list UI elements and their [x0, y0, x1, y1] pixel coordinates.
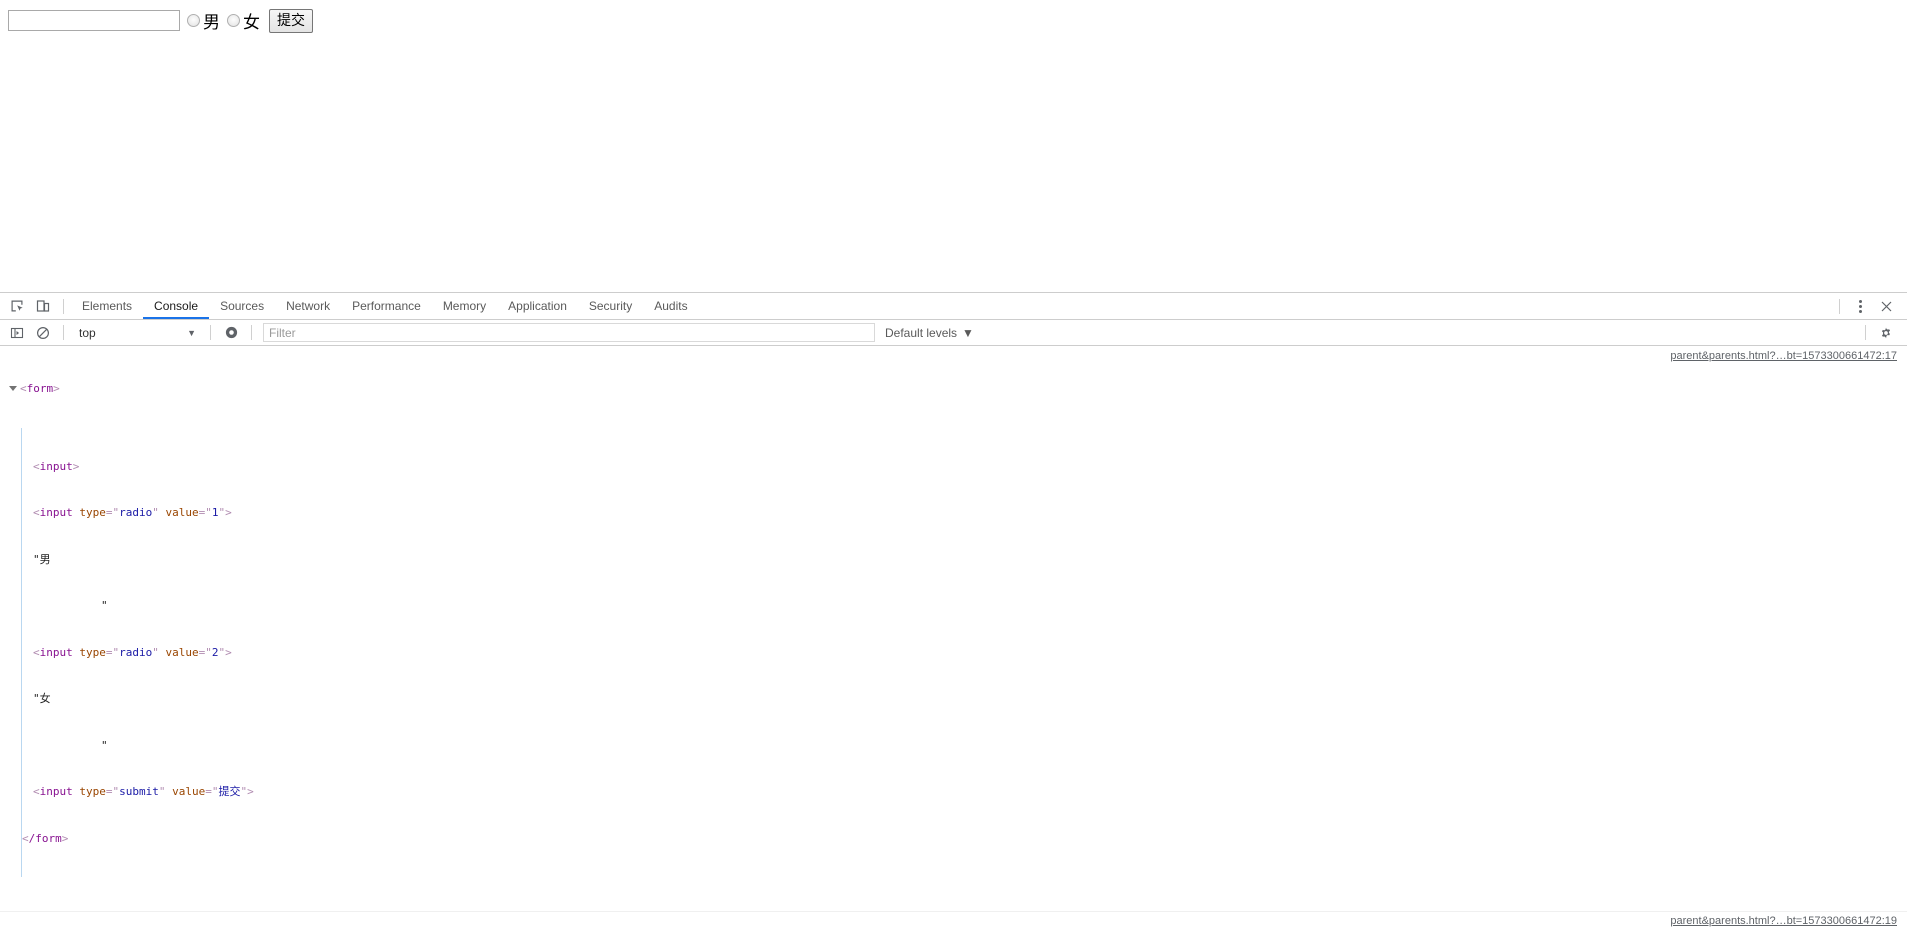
tag-name: /form: [28, 831, 62, 845]
chevron-down-icon: ▼: [187, 327, 196, 338]
more-options-icon[interactable]: [1847, 294, 1873, 319]
log-levels-select[interactable]: Default levels ▼: [885, 326, 974, 340]
submit-button[interactable]: 提交: [269, 8, 313, 33]
filterbar-right-controls: [1858, 320, 1907, 345]
dom-children: <input> <input type="radio" value="1"> "…: [21, 427, 1907, 877]
attr-name: type: [79, 506, 106, 519]
message-source-link[interactable]: parent&parents.html?…bt=1573300661472:19: [1670, 915, 1897, 927]
filter-input[interactable]: [263, 323, 875, 342]
attr-name: type: [79, 785, 106, 798]
tabbar-right-controls: [1832, 294, 1907, 319]
expand-triangle-icon[interactable]: [9, 386, 17, 394]
clear-console-icon[interactable]: [30, 320, 56, 345]
console-toolbar-divider-2: [210, 325, 211, 340]
close-icon[interactable]: [1873, 294, 1899, 319]
tab-network[interactable]: Network: [275, 293, 341, 319]
attr-name: value: [165, 506, 199, 519]
gender-form: 男 女 提交: [8, 8, 313, 33]
tag-name: form: [26, 382, 54, 395]
tag-name: input: [39, 785, 73, 798]
console-message-list[interactable]: parent&parents.html?…bt=1573300661472:17…: [0, 347, 1907, 928]
radio-male[interactable]: [187, 14, 200, 27]
tab-sources[interactable]: Sources: [209, 293, 275, 319]
dom-text-node-female-close-quote: ": [101, 738, 108, 752]
console-toolbar: top ▼ Default levels ▼: [0, 320, 1907, 346]
inspect-element-icon[interactable]: [4, 294, 30, 319]
rendered-page-area: 男 女 提交: [0, 0, 1907, 292]
toolbar-divider-right: [1839, 298, 1840, 314]
dom-node-input-radio-2[interactable]: <input type="radio" value="2">: [33, 645, 1907, 661]
gear-icon[interactable]: [1873, 320, 1899, 345]
device-toolbar-icon[interactable]: [30, 294, 56, 319]
tab-security[interactable]: Security: [578, 293, 643, 319]
dom-node-input-radio-1[interactable]: <input type="radio" value="1">: [33, 505, 1907, 521]
log-levels-label: Default levels: [885, 325, 958, 340]
attr-value: 提交: [218, 785, 241, 798]
live-expression-eye-icon[interactable]: [218, 320, 244, 345]
radio-male-label: 男: [203, 13, 220, 33]
tab-performance[interactable]: Performance: [341, 293, 432, 319]
tag-name: input: [39, 459, 73, 473]
toolbar-divider: [63, 298, 64, 314]
attr-name: value: [165, 645, 199, 659]
console-message[interactable]: parent&parents.html?…bt=1573300661472:19…: [0, 912, 1907, 928]
tab-elements[interactable]: Elements: [71, 293, 143, 319]
attr-value: 1: [211, 506, 219, 519]
dom-text-node-female: "女: [33, 692, 51, 705]
attr-value: submit: [119, 785, 159, 798]
execution-context-value: top: [79, 325, 96, 340]
execution-context-select[interactable]: top ▼: [71, 323, 203, 343]
message-source-link[interactable]: parent&parents.html?…bt=1573300661472:17: [1670, 350, 1897, 362]
dom-text-node-male: "男: [33, 552, 51, 566]
dom-node-form-open[interactable]: <form>: [9, 381, 1907, 397]
console-toolbar-divider-3: [251, 325, 252, 340]
dom-tree: <form> <input> <input type="radio" value…: [0, 915, 1907, 928]
attr-value: radio: [119, 645, 153, 659]
tab-audits[interactable]: Audits: [643, 293, 698, 319]
name-text-input[interactable]: [8, 10, 180, 31]
attr-value: 2: [211, 645, 219, 659]
dom-text-node-male-close-quote: ": [101, 599, 108, 612]
attr-value: radio: [119, 506, 153, 519]
console-toolbar-divider: [63, 325, 64, 340]
dom-tree: <form> <input> <input type="radio" value…: [0, 350, 1907, 908]
devtools-panel: Elements Console Sources Network Perform…: [0, 292, 1907, 928]
radio-female[interactable]: [227, 14, 240, 27]
console-message[interactable]: parent&parents.html?…bt=1573300661472:17…: [0, 347, 1907, 912]
tag-name: input: [39, 645, 73, 659]
tab-console[interactable]: Console: [143, 293, 210, 319]
tab-application[interactable]: Application: [497, 293, 578, 319]
dom-node-form-close: </form>: [22, 831, 69, 845]
attr-name: type: [79, 645, 106, 659]
dom-node-input-submit[interactable]: <input type="submit" value="提交">: [33, 784, 1907, 800]
radio-female-label: 女: [243, 13, 260, 33]
console-sidebar-toggle-icon[interactable]: [4, 320, 30, 345]
tag-name: input: [39, 506, 73, 519]
console-toolbar-divider-4: [1865, 325, 1866, 340]
attr-name: value: [172, 785, 206, 798]
tab-memory[interactable]: Memory: [432, 293, 497, 319]
dom-node-input[interactable]: <input>: [33, 459, 1907, 475]
devtools-tabbar: Elements Console Sources Network Perform…: [0, 293, 1907, 320]
chevron-down-icon-levels: ▼: [962, 325, 974, 340]
